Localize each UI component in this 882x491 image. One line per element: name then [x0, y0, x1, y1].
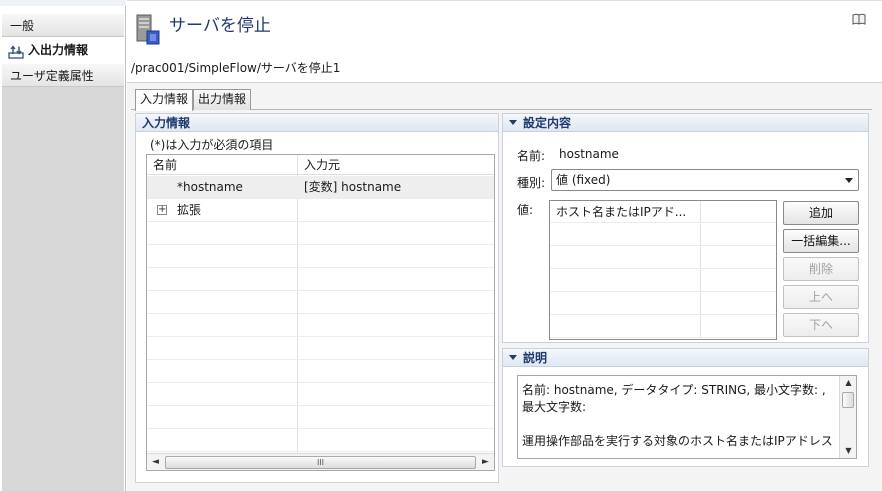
scroll-up-icon[interactable]: ▲: [840, 376, 856, 390]
book-icon[interactable]: [852, 13, 866, 25]
scroll-right-icon[interactable]: ►: [477, 454, 494, 470]
value-list[interactable]: ホスト名またはIPアド...: [549, 200, 777, 340]
scroll-thumb-grip: III: [316, 458, 325, 467]
breadcrumb-path: /prac001/SimpleFlow/サーバを停止1: [131, 61, 341, 75]
add-button[interactable]: 追加: [783, 201, 859, 225]
table-row[interactable]: + 拡張: [147, 199, 494, 222]
tab-bar: 入力情報 出力情報: [131, 89, 872, 111]
bulk-edit-button[interactable]: 一括編集...: [783, 229, 859, 253]
input-table: 名前 入力元 *hostname [変数] hostname + 拡張 ◄ II…: [146, 154, 495, 471]
expand-icon[interactable]: +: [157, 205, 167, 215]
move-up-button[interactable]: 上へ: [783, 285, 859, 309]
column-header-source[interactable]: 入力元: [298, 155, 488, 175]
vertical-scrollbar[interactable]: ▲ ▼: [839, 376, 856, 458]
scroll-thumb[interactable]: [842, 392, 854, 408]
list-cell: [550, 316, 701, 338]
input-info-pane: 入力情報 (*)は入力が必須の項目 名前 入力元 *hostname [変数] …: [135, 113, 499, 483]
nav-top-strip: [0, 0, 126, 6]
collapse-arrow-icon[interactable]: [509, 120, 517, 125]
delete-button[interactable]: 削除: [783, 257, 859, 281]
table-row-empty: [147, 268, 494, 291]
left-nav: 一般 入出力情報 ユーザ定義属性: [0, 0, 126, 491]
list-item: [550, 224, 776, 246]
table-row-empty: [147, 314, 494, 337]
table-row-empty: [147, 337, 494, 360]
table-row-empty: [147, 383, 494, 406]
description-box[interactable]: 名前: hostname, データタイプ: STRING, 最小文字数: , 最…: [517, 375, 857, 459]
table-row-empty: [147, 406, 494, 429]
column-header-name[interactable]: 名前: [147, 155, 297, 175]
table-row[interactable]: *hostname [変数] hostname: [147, 176, 494, 199]
list-item: [550, 270, 776, 292]
list-item: [550, 293, 776, 315]
name-label: 名前:: [517, 149, 546, 163]
table-header: 名前 入力元: [147, 155, 494, 175]
scroll-left-icon[interactable]: ◄: [147, 454, 164, 470]
main-panel: サーバを停止 /prac001/SimpleFlow/サーバを停止1 入力情報 …: [127, 0, 882, 491]
value-column-header: ホスト名またはIPアド...: [550, 201, 701, 223]
collapse-arrow-icon[interactable]: [509, 355, 517, 360]
list-item: [550, 316, 776, 338]
kind-select-value: 値 (fixed): [556, 173, 611, 187]
input-pane-title: 入力情報: [142, 116, 191, 130]
required-note: (*)は入力が必須の項目: [150, 138, 274, 152]
nav-item-io[interactable]: 入出力情報: [2, 38, 124, 62]
horizontal-scrollbar[interactable]: ◄ III ►: [147, 453, 494, 470]
value-label: 値:: [517, 203, 534, 217]
scroll-thumb[interactable]: III: [165, 456, 476, 469]
pane-header[interactable]: 設定内容: [503, 114, 868, 132]
kind-select[interactable]: 値 (fixed): [551, 169, 859, 191]
name-value: hostname: [559, 147, 619, 161]
chevron-down-icon: [845, 178, 853, 183]
nav-empty-area: [2, 87, 124, 491]
list-cell: [550, 270, 701, 292]
kind-label: 種別:: [517, 176, 546, 190]
tab-input-info[interactable]: 入力情報: [135, 89, 194, 111]
pane-header[interactable]: 説明: [503, 349, 868, 367]
settings-pane: 設定内容 名前: hostname 種別: 値 (fixed) 値: ホスト名ま…: [502, 113, 869, 343]
description-pane: 説明 名前: hostname, データタイプ: STRING, 最小文字数: …: [502, 348, 869, 467]
settings-pane-title: 設定内容: [523, 116, 572, 130]
nav-item-general[interactable]: 一般: [2, 13, 124, 37]
list-cell: [550, 293, 701, 315]
description-text: 名前: hostname, データタイプ: STRING, 最小文字数: , 最…: [522, 383, 833, 448]
list-cell: [550, 247, 701, 269]
row-name: *hostname: [177, 180, 243, 194]
nav-item-user-attributes[interactable]: ユーザ定義属性: [2, 63, 124, 87]
header: サーバを停止 /prac001/SimpleFlow/サーバを停止1: [127, 1, 882, 83]
table-row-empty: [147, 222, 494, 245]
table-row-empty: [147, 291, 494, 314]
scroll-down-icon[interactable]: ▼: [840, 444, 856, 458]
tab-output-info[interactable]: 出力情報: [193, 89, 252, 110]
pane-header: 入力情報: [136, 114, 498, 132]
list-item[interactable]: ホスト名またはIPアド...: [550, 201, 776, 223]
list-item: [550, 247, 776, 269]
nav-item-label: 一般: [10, 19, 35, 33]
nav-item-label: ユーザ定義属性: [10, 69, 94, 83]
nav-item-label: 入出力情報: [28, 43, 89, 57]
description-pane-title: 説明: [523, 351, 548, 365]
server-icon: [135, 13, 161, 47]
table-row-empty: [147, 245, 494, 268]
row-name: 拡張: [177, 203, 202, 217]
move-down-button[interactable]: 下へ: [783, 313, 859, 337]
list-cell: [550, 224, 701, 246]
table-row-empty: [147, 429, 494, 452]
io-icon: [8, 43, 24, 59]
page-title: サーバを停止: [169, 16, 271, 36]
table-row-empty: [147, 360, 494, 383]
row-source: [変数] hostname: [304, 180, 402, 194]
